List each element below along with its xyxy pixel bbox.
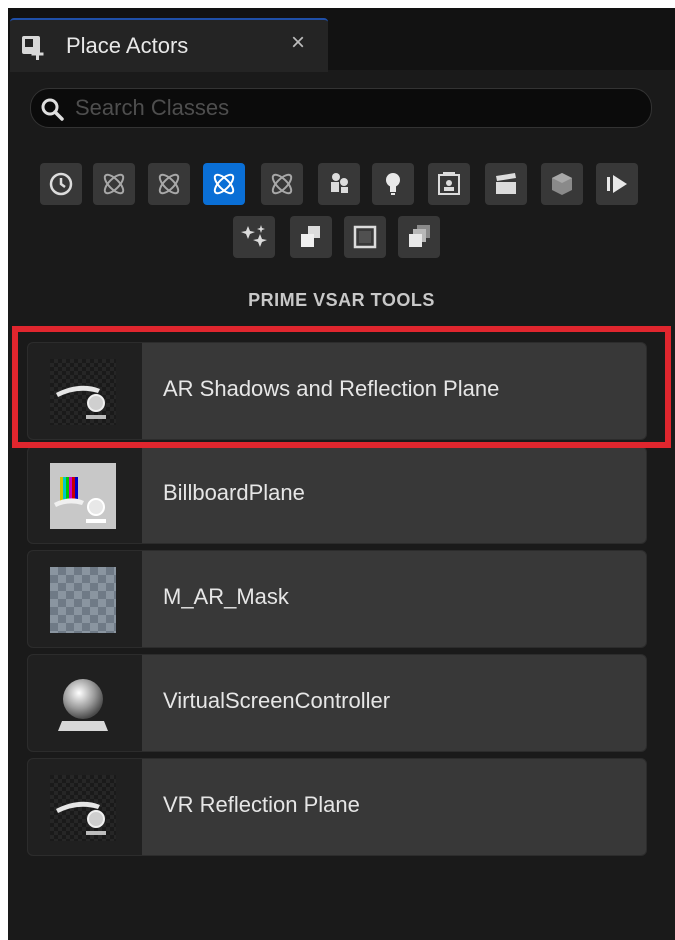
- tab-bar: Place Actors ×: [8, 8, 675, 72]
- category-geometry[interactable]: [541, 163, 583, 205]
- actor-item-billboardplane[interactable]: BillboardPlane: [27, 446, 647, 544]
- sparkle-icon: [241, 225, 267, 247]
- stack-icon: [409, 225, 430, 247]
- category-all-classes[interactable]: [344, 216, 386, 258]
- frame-icon: [438, 172, 460, 195]
- clapper-icon: [496, 173, 516, 194]
- square-icon: [353, 225, 377, 249]
- lightbulb-icon: [386, 173, 400, 195]
- actor-item-ar-shadows-and-reflection-plane[interactable]: AR Shadows and Reflection Plane: [27, 342, 647, 440]
- plane-thumb-icon: [50, 775, 116, 841]
- plane-thumb-icon: [50, 359, 116, 425]
- close-icon[interactable]: ×: [286, 31, 310, 55]
- mask-thumb-icon: [50, 567, 116, 633]
- billboard-thumb-icon: [50, 463, 116, 529]
- actor-item-vr-reflection-plane[interactable]: VR Reflection Plane: [27, 758, 647, 856]
- actor-item-virtualscreencontroller[interactable]: VirtualScreenController: [27, 654, 647, 752]
- item-label: VR Reflection Plane: [163, 792, 360, 817]
- category-volumes[interactable]: [290, 216, 332, 258]
- tab-place-actors[interactable]: Place Actors ×: [10, 18, 328, 72]
- atom-icon: [158, 173, 180, 195]
- clock-icon: [49, 172, 73, 196]
- category-effects[interactable]: [233, 216, 275, 258]
- atom-icon: [271, 173, 293, 195]
- category-media[interactable]: [596, 163, 638, 205]
- place-actors-icon: [22, 36, 44, 60]
- blocks-icon: [301, 226, 320, 247]
- section-title: PRIME VSAR TOOLS: [248, 290, 435, 310]
- search-input[interactable]: [75, 91, 635, 125]
- category-basic[interactable]: [93, 163, 135, 205]
- category-recently-placed[interactable]: [40, 163, 82, 205]
- item-label: M_AR_Mask: [163, 584, 289, 609]
- tab-title: Place Actors: [66, 33, 189, 58]
- item-label: AR Shadows and Reflection Plane: [163, 376, 500, 401]
- media-icon: [607, 175, 627, 193]
- category-lighting[interactable]: [372, 163, 414, 205]
- category-cinematics[interactable]: [485, 163, 527, 205]
- item-label: VirtualScreenController: [163, 688, 391, 713]
- atom-icon: [213, 173, 235, 195]
- category-lights[interactable]: [148, 163, 190, 205]
- search-icon: [41, 98, 64, 121]
- search-box: [30, 88, 652, 128]
- category-cinematic[interactable]: [318, 163, 360, 205]
- atom-icon: [103, 173, 125, 195]
- item-label: BillboardPlane: [163, 480, 305, 505]
- cube-icon: [552, 173, 572, 195]
- actor-item-m-ar-mask[interactable]: M_AR_Mask: [27, 550, 647, 648]
- category-shapes[interactable]: [261, 163, 303, 205]
- sphere-thumb-icon: [58, 679, 108, 731]
- actors-icon: [331, 173, 348, 193]
- category-layers[interactable]: [398, 216, 440, 258]
- place-actors-panel: Place Actors × Search Classes PRIME VSAR…: [8, 8, 675, 940]
- category-prime-vsar-tools[interactable]: [203, 163, 245, 205]
- category-visual-effects[interactable]: [428, 163, 470, 205]
